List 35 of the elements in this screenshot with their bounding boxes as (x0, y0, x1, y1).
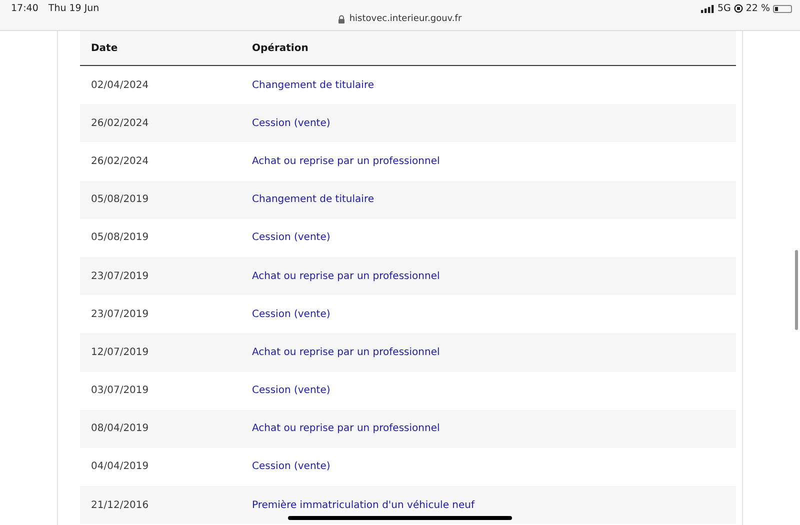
operation-link[interactable]: Changement de titulaire (252, 80, 374, 91)
network-label: 5G (717, 3, 731, 14)
date-cell-text: 26/02/2024 (90, 156, 150, 167)
date-cell-text: 05/08/2019 (90, 194, 150, 206)
date-cell-text: 03/07/2019 (90, 385, 150, 396)
date-label: Thu 19 Jun (48, 3, 100, 14)
operation-link[interactable]: Première immatriculation d'un véhicule neuf (252, 500, 474, 511)
operation-link[interactable]: Cession (vente) (252, 461, 330, 472)
operation-link[interactable]: Changement de titulaire (252, 194, 374, 206)
operation-link[interactable]: Cession (vente) (252, 385, 330, 396)
operation-link[interactable]: Cession (vente) (252, 232, 330, 244)
date-cell-text: 05/08/2019 (90, 232, 150, 244)
operation-link[interactable]: Achat ou reprise par un professionnel (252, 423, 440, 434)
orientation-lock-icon (734, 4, 743, 13)
date-cell-text: 23/07/2019 (90, 308, 150, 320)
signal-icon (701, 4, 714, 12)
operation-link[interactable]: Achat ou reprise par un professionnel (252, 346, 440, 358)
battery-icon (773, 4, 792, 12)
date-cell-text: 08/04/2019 (90, 423, 150, 434)
date-cell-text: 12/07/2019 (90, 346, 150, 358)
column-header: Opération (252, 42, 308, 54)
lock-icon (338, 14, 346, 24)
date-cell-text: 23/07/2019 (90, 270, 150, 282)
operation-link[interactable]: Cession (vente) (252, 118, 330, 129)
url-text[interactable]: histovec.interieur.gouv.fr (349, 14, 462, 24)
column-header: Date (90, 42, 119, 54)
date-cell-text: 26/02/2024 (90, 118, 150, 129)
date-cell-text: 04/04/2019 (90, 461, 150, 472)
operation-link[interactable]: Cession (vente) (252, 308, 330, 320)
operation-link[interactable]: Achat ou reprise par un professionnel (252, 270, 440, 282)
date-cell-text: 21/12/2016 (90, 500, 150, 511)
battery-percent: 22 % (746, 3, 770, 14)
operation-link[interactable]: Achat ou reprise par un professionnel (252, 156, 440, 167)
date-cell-text: 02/04/2024 (90, 80, 150, 91)
clock-time: 17:40 (11, 3, 38, 14)
